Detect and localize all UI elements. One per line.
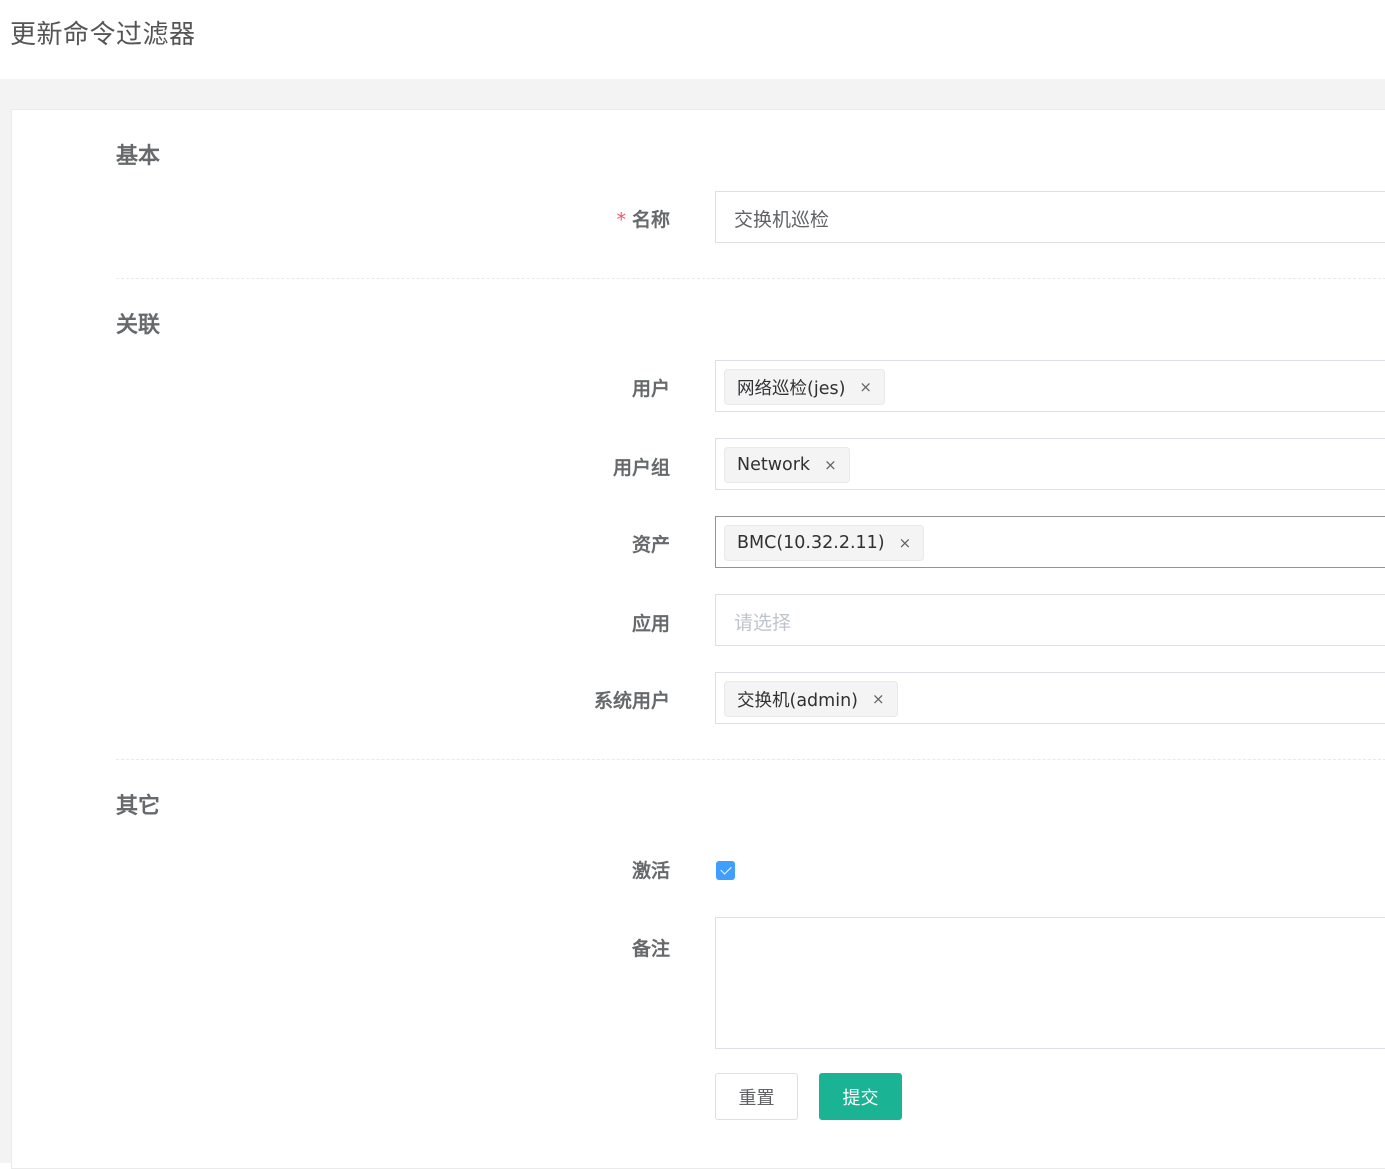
active-label: 激活 — [631, 860, 670, 882]
close-icon[interactable]: × — [899, 534, 912, 552]
users-tag-label: 网络巡检(jes) — [737, 378, 846, 399]
reset-button[interactable]: 重置 — [715, 1073, 798, 1120]
close-icon[interactable]: × — [824, 456, 837, 474]
submit-button[interactable]: 提交 — [819, 1073, 902, 1120]
assets-label: 资产 — [631, 534, 670, 556]
page-title: 更新命令过滤器 — [10, 20, 196, 50]
comment-textarea[interactable] — [715, 917, 1385, 1049]
section-divider — [116, 759, 1385, 760]
system-users-select[interactable]: 交换机(admin) × — [715, 672, 1385, 724]
page-header: 更新命令过滤器 — [0, 0, 1385, 79]
active-checkbox[interactable] — [716, 861, 735, 880]
checkmark-icon — [719, 863, 732, 875]
user-groups-tag: Network × — [724, 447, 850, 483]
content-area: 基本 * 名称 交换机巡检 关联 用户 网络巡检(jes) × 用户组 Netwo… — [0, 79, 1385, 1169]
applications-placeholder: 请选择 — [734, 612, 792, 634]
section-divider — [116, 278, 1385, 279]
close-icon[interactable]: × — [872, 690, 885, 708]
applications-label: 应用 — [631, 613, 670, 635]
name-label: * 名称 — [616, 205, 670, 232]
user-groups-tag-label: Network — [737, 455, 811, 475]
assets-tag-label: BMC(10.32.2.11) — [737, 533, 885, 553]
user-groups-select[interactable]: Network × — [715, 438, 1385, 490]
close-icon[interactable]: × — [859, 378, 872, 396]
name-label-text: 名称 — [631, 209, 670, 231]
users-select[interactable]: 网络巡检(jes) × — [715, 360, 1385, 412]
form-card: 基本 * 名称 交换机巡检 关联 用户 网络巡检(jes) × 用户组 Netwo… — [11, 109, 1385, 1169]
section-title-basic: 基本 — [116, 144, 161, 169]
applications-select[interactable]: 请选择 — [715, 594, 1385, 646]
name-input-value: 交换机巡检 — [734, 209, 830, 231]
system-users-label: 系统用户 — [593, 690, 670, 712]
users-tag: 网络巡检(jes) × — [724, 369, 885, 405]
assets-select[interactable]: BMC(10.32.2.11) × — [715, 516, 1385, 568]
user-groups-label: 用户组 — [612, 457, 670, 479]
required-mark: * — [616, 209, 626, 231]
users-label: 用户 — [631, 378, 670, 400]
name-input[interactable]: 交换机巡检 — [715, 191, 1385, 243]
section-title-other: 其它 — [116, 794, 161, 819]
comment-label: 备注 — [631, 938, 670, 960]
system-users-tag-label: 交换机(admin) — [737, 690, 858, 711]
system-users-tag: 交换机(admin) × — [724, 681, 898, 717]
assets-tag: BMC(10.32.2.11) × — [724, 525, 925, 561]
section-title-association: 关联 — [116, 313, 161, 338]
